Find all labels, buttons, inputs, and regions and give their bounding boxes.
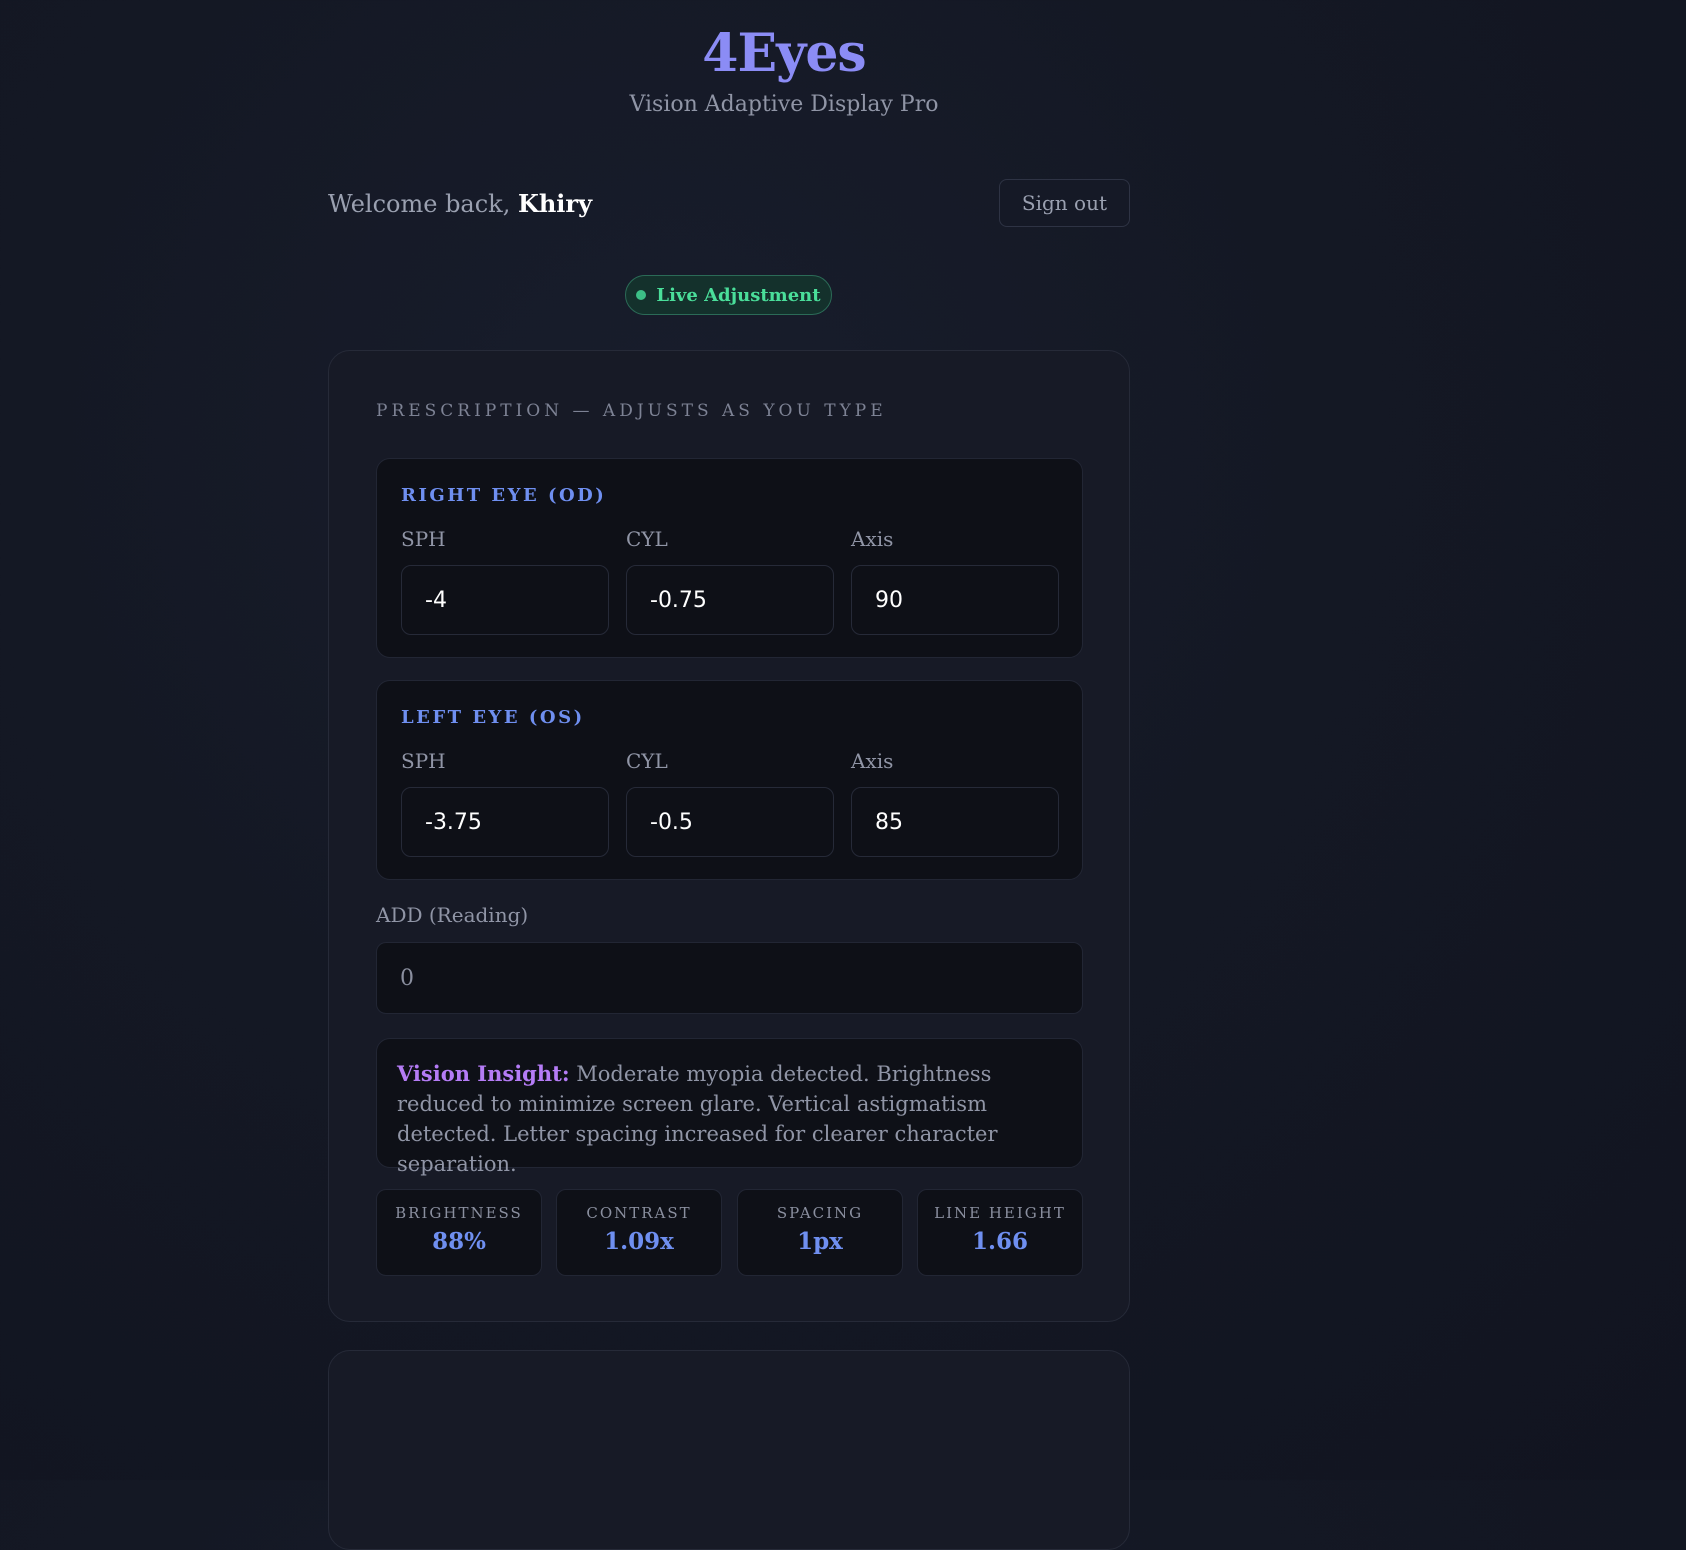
left-sph-label: SPH (401, 749, 446, 773)
stat-line-height: LINE HEIGHT 1.66 (917, 1189, 1083, 1276)
left-axis-input[interactable]: 85 (851, 787, 1059, 857)
right-axis-label: Axis (851, 527, 894, 551)
left-eye-title: LEFT EYE (OS) (401, 707, 585, 728)
right-sph-input[interactable]: -4 (401, 565, 609, 635)
app-subtitle: Vision Adaptive Display Pro (629, 92, 939, 117)
stat-contrast: CONTRAST 1.09x (556, 1189, 722, 1276)
stat-value: 88% (432, 1228, 486, 1255)
app-header: 4Eyes Vision Adaptive Display Pro (0, 22, 1568, 117)
right-eye-panel: RIGHT EYE (OD) SPH CYL Axis -4 -0.75 90 (376, 458, 1083, 658)
stat-value: 1.09x (604, 1228, 674, 1255)
stat-label: CONTRAST (586, 1204, 692, 1222)
right-axis-input[interactable]: 90 (851, 565, 1059, 635)
left-axis-label: Axis (851, 749, 894, 773)
add-reading-input[interactable]: 0 (376, 942, 1083, 1014)
live-adjustment-badge: Live Adjustment (625, 275, 832, 315)
left-sph-input[interactable]: -3.75 (401, 787, 609, 857)
next-card (328, 1350, 1130, 1550)
right-cyl-input[interactable]: -0.75 (626, 565, 834, 635)
status-dot-icon (636, 290, 647, 300)
right-cyl-label: CYL (626, 527, 668, 551)
stat-label: BRIGHTNESS (395, 1204, 523, 1222)
add-reading-label: ADD (Reading) (376, 903, 529, 927)
prescription-card: PRESCRIPTION — ADJUSTS AS YOU TYPE RIGHT… (328, 350, 1130, 1322)
stat-value: 1.66 (971, 1228, 1029, 1255)
stat-value: 1px (797, 1228, 843, 1255)
live-adjustment-label: Live Adjustment (656, 284, 821, 306)
prescription-heading: PRESCRIPTION — ADJUSTS AS YOU TYPE (376, 401, 887, 421)
welcome-prefix: Welcome back, (328, 189, 511, 218)
left-cyl-input[interactable]: -0.5 (626, 787, 834, 857)
welcome-message: Welcome back, Khiry (328, 189, 592, 218)
right-sph-label: SPH (401, 527, 446, 551)
left-eye-panel: LEFT EYE (OS) SPH CYL Axis -3.75 -0.5 85 (376, 680, 1083, 880)
stat-label: LINE HEIGHT (934, 1204, 1066, 1222)
user-name: Khiry (518, 188, 593, 218)
welcome-row: Welcome back, Khiry Sign out (328, 178, 1130, 228)
right-eye-title: RIGHT EYE (OD) (401, 485, 607, 506)
stat-label: SPACING (776, 1204, 864, 1222)
stat-spacing: SPACING 1px (737, 1189, 903, 1276)
app-title: 4Eyes (702, 23, 866, 84)
left-cyl-label: CYL (626, 749, 668, 773)
stat-brightness: BRIGHTNESS 88% (376, 1189, 542, 1276)
vision-insight-box: Vision Insight: Moderate myopia detected… (376, 1038, 1083, 1176)
sign-out-button[interactable]: Sign out (998, 179, 1130, 227)
vision-insight-label: Vision Insight: (397, 1061, 570, 1086)
